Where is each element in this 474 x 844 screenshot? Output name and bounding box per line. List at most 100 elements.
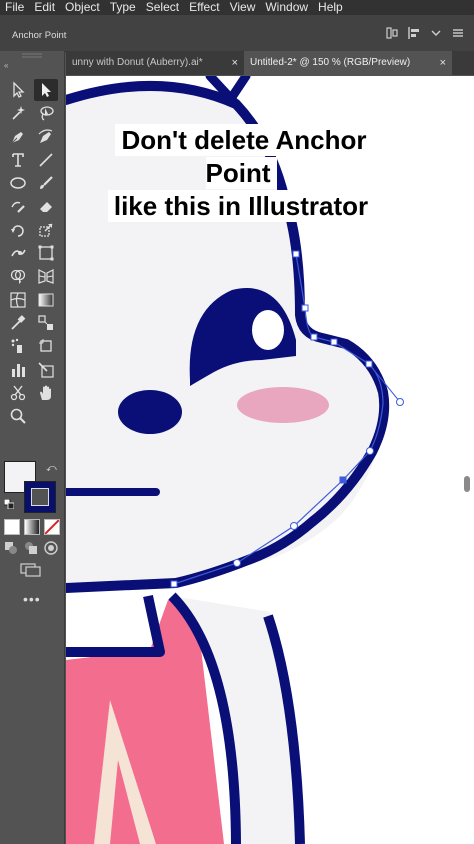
lasso-tool[interactable]: [34, 102, 58, 124]
anchor-point: [292, 250, 300, 258]
eraser-tool[interactable]: [34, 195, 58, 217]
vertical-scrollbar-thumb[interactable]: [464, 476, 470, 492]
menu-window[interactable]: Window: [260, 0, 313, 15]
distribute-icon[interactable]: [406, 25, 422, 41]
chevron-down-icon[interactable]: [428, 25, 444, 41]
curvature-icon: [38, 129, 53, 143]
menu-view[interactable]: View: [225, 0, 261, 15]
caption-line-2: like this in Illustrator: [107, 190, 375, 222]
control-icons: [384, 25, 466, 41]
document-tabs: unny with Donut (Auberry).ai* × Untitled…: [66, 51, 474, 75]
hand-tool[interactable]: [34, 382, 58, 404]
column-graph-icon: [12, 363, 25, 377]
none-mode-button[interactable]: [44, 519, 60, 535]
eyedropper-tool[interactable]: [6, 312, 30, 334]
artboard-tool[interactable]: [34, 335, 58, 357]
bunny-blush: [237, 387, 329, 423]
smooth-anchor-point: [233, 559, 241, 567]
perspective-grid-icon: [38, 269, 54, 285]
anchor-point: [170, 580, 178, 588]
puppet-warp-tool[interactable]: [6, 242, 30, 264]
caption-overlay: Don't delete Anchor Point like this in I…: [80, 124, 402, 223]
gradient-tool[interactable]: [34, 289, 58, 311]
bunny-eye-highlight: [252, 310, 284, 350]
symbol-sprayer-tool[interactable]: [6, 335, 30, 357]
swap-fill-stroke-icon[interactable]: ⤺: [46, 463, 57, 474]
scale-tool[interactable]: [34, 219, 58, 241]
default-colors-icon[interactable]: [4, 499, 14, 509]
arrow-icon: [13, 81, 25, 98]
screen-mode-icon[interactable]: [20, 563, 42, 577]
scissors-tool[interactable]: [6, 382, 30, 404]
close-icon[interactable]: ×: [440, 51, 446, 75]
mesh-tool[interactable]: [6, 289, 30, 311]
scissors-icon: [10, 385, 26, 401]
shape-builder-icon: [10, 270, 26, 285]
rotate-icon: [11, 225, 24, 237]
blend-icon: [38, 315, 53, 330]
shape-builder-tool[interactable]: [6, 265, 30, 287]
bunny-ear-tip: [225, 76, 251, 105]
grip-icon[interactable]: [22, 53, 42, 59]
selection-label: Anchor Point: [12, 30, 67, 41]
curvature-tool[interactable]: [34, 126, 58, 148]
perspective-grid-tool[interactable]: [34, 265, 58, 287]
pen-tool[interactable]: [6, 126, 30, 148]
tab-bunny-donut[interactable]: unny with Donut (Auberry).ai* ×: [66, 51, 244, 75]
menu-help[interactable]: Help: [313, 0, 348, 15]
draw-mode-row: [4, 541, 58, 555]
panel-menu-icon[interactable]: [450, 25, 466, 41]
column-graph-tool[interactable]: [6, 359, 30, 381]
zoom-tool[interactable]: [6, 405, 30, 427]
zoom-icon: [10, 408, 26, 424]
free-transform-icon: [38, 245, 54, 261]
slice-tool[interactable]: [34, 359, 58, 381]
tab-untitled-2[interactable]: Untitled-2* @ 150 % (RGB/Preview) ×: [244, 51, 452, 75]
hand-icon: [40, 385, 51, 400]
rotate-tool[interactable]: [6, 219, 30, 241]
draw-behind-icon[interactable]: [24, 541, 38, 555]
magic-wand-tool[interactable]: [6, 102, 30, 124]
free-transform-tool[interactable]: [34, 242, 58, 264]
menu-object[interactable]: Object: [60, 0, 105, 15]
anchor-point: [330, 338, 338, 346]
direct-selection-tool[interactable]: [34, 79, 58, 101]
puppet-warp-icon: [11, 249, 26, 257]
gradient-mode-button[interactable]: [24, 519, 40, 535]
scale-icon: [39, 223, 53, 237]
ellipse-tool[interactable]: [6, 172, 30, 194]
menu-effect[interactable]: Effect: [184, 0, 224, 15]
type-icon: [12, 153, 24, 167]
anchor-point: [310, 333, 318, 341]
menu-edit[interactable]: Edit: [29, 0, 60, 15]
stroke-swatch[interactable]: [24, 481, 56, 513]
selection-tool[interactable]: [6, 79, 30, 101]
paintbrush-tool[interactable]: [34, 172, 58, 194]
type-tool[interactable]: [6, 149, 30, 171]
line-segment-tool[interactable]: [34, 149, 58, 171]
selected-anchor-point: [339, 476, 347, 484]
caption-line-1: Don't delete Anchor Point: [115, 124, 367, 189]
draw-inside-icon[interactable]: [44, 541, 58, 555]
close-icon[interactable]: ×: [232, 51, 238, 75]
shaper-tool[interactable]: [6, 195, 30, 217]
collapse-panel-icon[interactable]: «: [4, 61, 8, 70]
color-mode-button[interactable]: [4, 519, 20, 535]
direct-arrow-icon: [42, 83, 51, 97]
menu-bar: File Edit Object Type Select Effect View…: [0, 0, 474, 15]
tool-grid: [6, 79, 60, 428]
symbol-sprayer-icon: [11, 339, 22, 354]
mesh-icon: [10, 292, 26, 308]
bunny-collar: [66, 594, 165, 657]
menu-select[interactable]: Select: [141, 0, 184, 15]
menu-file[interactable]: File: [0, 0, 29, 15]
eyedropper-icon: [11, 315, 26, 330]
control-bar: Anchor Point: [0, 15, 474, 52]
smooth-anchor-point: [290, 522, 298, 530]
blend-tool[interactable]: [34, 312, 58, 334]
bunny-nose: [118, 390, 182, 434]
draw-normal-icon[interactable]: [4, 541, 18, 555]
more-tools-icon[interactable]: •••: [23, 591, 41, 607]
menu-type[interactable]: Type: [105, 0, 141, 15]
align-icon[interactable]: [384, 25, 400, 41]
